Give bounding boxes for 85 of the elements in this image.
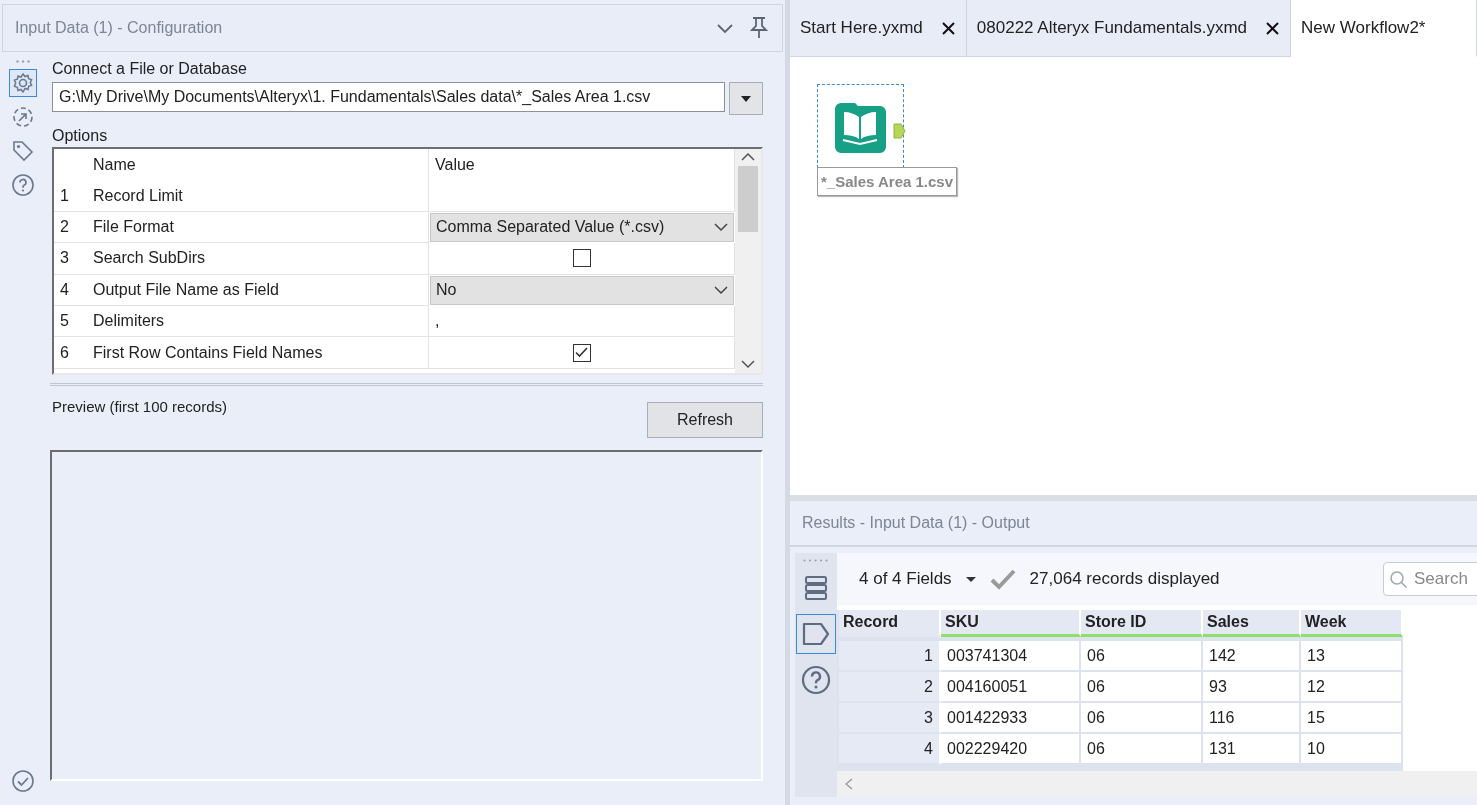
help-icon — [801, 665, 831, 695]
value-field[interactable]: , — [429, 305, 735, 338]
row-number: 2 — [54, 211, 87, 244]
search-field[interactable]: Search — [1383, 562, 1477, 596]
tag-shape-icon — [801, 620, 831, 648]
file-path-field[interactable]: G:\My Drive\My Documents\Alteryx\1. Fundamentals\Sales data\*_Sales Area 1.csv — [52, 82, 725, 112]
table-cell: 06 — [1081, 672, 1203, 703]
table-cell: 002229420 — [941, 734, 1081, 765]
side-tab[interactable] — [9, 171, 37, 199]
options-label: Options — [51, 126, 109, 146]
help-icon — [11, 173, 35, 197]
value-dropdown[interactable]: Comma Separated Value (*.csv) — [430, 212, 734, 243]
row-number: 3 — [54, 243, 87, 275]
checkmark-icon — [989, 568, 1016, 590]
input-tool[interactable] — [817, 84, 904, 168]
column-header[interactable]: SKU — [941, 610, 1081, 637]
scroll-up-icon[interactable] — [741, 153, 755, 162]
horizontal-scrollbar[interactable] — [837, 771, 1477, 797]
table-cell: 116 — [1203, 703, 1301, 734]
column-header[interactable]: Week — [1301, 610, 1403, 637]
stacked-rows-icon — [803, 574, 829, 602]
grip-icon[interactable] — [803, 559, 829, 562]
fields-dropdown[interactable]: 4 of 4 Fields — [859, 569, 976, 589]
grip-icon[interactable] — [16, 60, 30, 63]
pin-icon[interactable] — [748, 16, 770, 40]
option-name: Record Limit — [87, 180, 429, 212]
value-field[interactable] — [429, 180, 735, 212]
column-header: Name — [87, 149, 429, 181]
tool-label: *_Sales Area 1.csv — [817, 167, 958, 196]
close-icon[interactable] — [940, 20, 956, 36]
option-name: Output File Name as Field — [87, 274, 429, 306]
table-cell: 13 — [1301, 641, 1403, 672]
table-cell: 06 — [1081, 703, 1203, 734]
table-cell: 142 — [1203, 641, 1301, 672]
table-cell: 003741304 — [941, 641, 1081, 672]
record-number: 4 — [839, 734, 941, 765]
tag-icon — [11, 139, 35, 163]
chevron-down-icon — [714, 285, 728, 295]
table-cell: 15 — [1301, 703, 1403, 734]
dropdown-button[interactable] — [729, 82, 763, 115]
column-header[interactable]: Store ID — [1081, 610, 1203, 637]
option-name: Delimiters — [87, 305, 429, 338]
record-number: 1 — [839, 641, 941, 672]
row-number: 5 — [54, 305, 87, 338]
preview-label: Preview (first 100 records) — [51, 397, 229, 417]
table-cell: 131 — [1203, 734, 1301, 765]
workflow-tab[interactable]: 080222 Alteryx Fundamentals.yxmd — [966, 0, 1292, 57]
close-icon[interactable] — [1265, 20, 1281, 36]
column-header[interactable]: Record — [839, 610, 941, 637]
panel-title: Input Data (1) - Configuration — [15, 19, 224, 37]
scrollbar[interactable] — [735, 149, 761, 373]
scrollbar-thumb[interactable] — [738, 166, 758, 232]
table-cell: 004160051 — [941, 672, 1081, 703]
scroll-down-icon[interactable] — [741, 360, 755, 369]
connect-label: Connect a File or Database — [51, 59, 248, 79]
row-number: 4 — [54, 274, 87, 306]
table-cell: 06 — [1081, 641, 1203, 672]
chevron-down-icon — [714, 222, 728, 232]
table-cell: 12 — [1301, 672, 1403, 703]
table-cell: 10 — [1301, 734, 1403, 765]
record-number: 3 — [839, 703, 941, 734]
refresh-button[interactable]: Refresh — [647, 402, 763, 438]
side-tab[interactable] — [9, 69, 37, 97]
records-count: 27,064 records displayed — [1029, 569, 1220, 589]
check-circle-icon — [11, 769, 35, 793]
checkbox[interactable] — [572, 249, 591, 268]
scroll-left-icon[interactable] — [845, 778, 853, 790]
caret-down-icon — [740, 94, 752, 103]
column-header[interactable]: Sales — [1203, 610, 1301, 637]
option-name: First Row Contains Field Names — [87, 337, 429, 369]
option-name: File Format — [87, 211, 429, 244]
workflow-tab[interactable]: Start Here.yxmd — [790, 0, 967, 57]
record-number: 2 — [839, 672, 941, 703]
results-title: Results - Input Data (1) - Output — [790, 501, 1477, 547]
row-number: 1 — [54, 180, 87, 212]
caret-down-icon — [965, 576, 976, 582]
table-cell: 06 — [1081, 734, 1203, 765]
table-cell: 93 — [1203, 672, 1301, 703]
value-dropdown[interactable]: No — [430, 275, 734, 305]
option-name: Search SubDirs — [87, 243, 429, 275]
table-cell: 001422933 — [941, 703, 1081, 734]
row-number: 6 — [54, 337, 87, 369]
gear-icon — [11, 71, 35, 95]
side-tab[interactable] — [796, 614, 836, 654]
checkbox[interactable] — [572, 343, 591, 362]
